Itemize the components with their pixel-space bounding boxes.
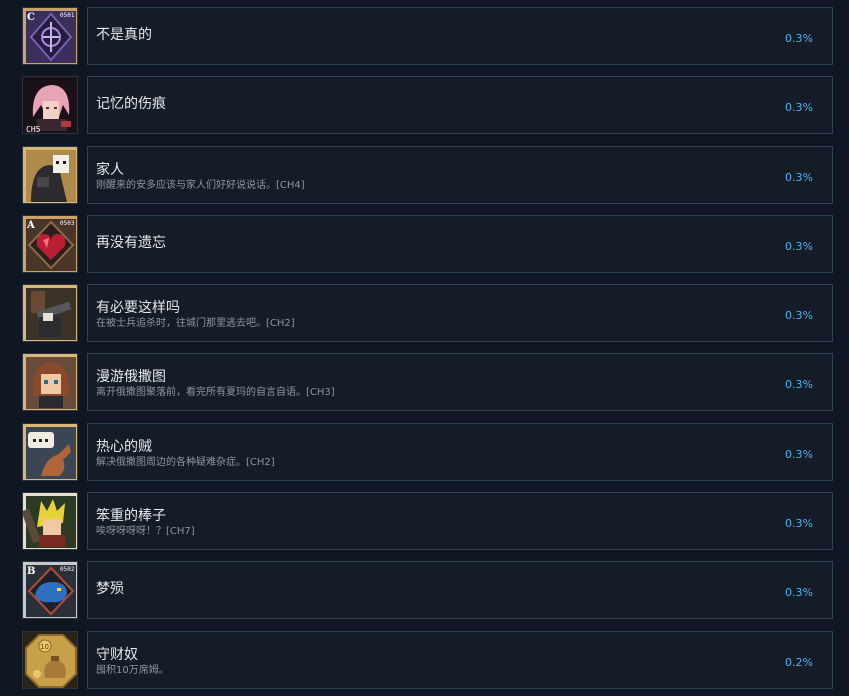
achievement-panel[interactable]: 热心的贼 解决俄撒图周边的各种疑难杂症。[CH2] 0.3%	[87, 423, 833, 481]
chapter-tag: CH5	[26, 125, 41, 134]
achievement-panel[interactable]: 家人 刚醒来的安多应该与家人们好好说说话。[CH4] 0.3%	[87, 146, 833, 204]
red-heart-crystal-icon: A 0503	[22, 215, 78, 273]
achievement-row[interactable]: C 0501 不是真的 0.3%	[0, 7, 849, 67]
brown-hair-girl-icon	[22, 353, 78, 411]
unlock-percent: 0.3%	[785, 309, 813, 322]
badge-code: 0502	[60, 566, 75, 573]
badge-letter: C	[27, 12, 35, 23]
blonde-warrior-icon	[22, 492, 78, 550]
badge-code: 0501	[60, 12, 75, 19]
achievement-title: 梦殒	[96, 581, 124, 597]
cannon-figure-icon	[22, 284, 78, 342]
achievement-title: 漫游俄撒图	[96, 369, 166, 385]
achievement-panel[interactable]: 守财奴 囤积10万席姆。 0.2%	[87, 631, 833, 689]
achievement-row[interactable]: A 0503 再没有遗忘 0.3%	[0, 215, 849, 275]
unlock-percent: 0.3%	[785, 586, 813, 599]
unlock-percent: 0.3%	[785, 32, 813, 45]
achievement-row[interactable]: 10 守财奴 囤积10万席姆。 0.2%	[0, 631, 849, 691]
unlock-percent: 0.3%	[785, 517, 813, 530]
achievement-description: 解决俄撒图周边的各种疑难杂症。[CH2]	[96, 457, 275, 468]
unlock-percent: 0.3%	[785, 171, 813, 184]
achievement-panel[interactable]: 有必要这样吗 在被士兵追杀时，往城门那里逃去吧。[CH2] 0.3%	[87, 284, 833, 342]
achievement-description: 离开俄撒图聚落前，看完所有夏玛的自言自语。[CH3]	[96, 387, 335, 398]
achievement-row[interactable]: 笨重的棒子 唉呀呀呀呀！？[CH7] 0.3%	[0, 492, 849, 552]
achievement-panel[interactable]: 笨重的棒子 唉呀呀呀呀！？[CH7] 0.3%	[87, 492, 833, 550]
achievement-title: 再没有遗忘	[96, 235, 166, 251]
achievement-panel[interactable]: 记忆的伤痕 0.3%	[87, 76, 833, 134]
achievement-row[interactable]: 家人 刚醒来的安多应该与家人们好好说说话。[CH4] 0.3%	[0, 146, 849, 206]
gold-coin-bag-icon: 10	[22, 631, 78, 689]
achievement-description: 在被士兵追杀时，往城门那里逃去吧。[CH2]	[96, 318, 295, 329]
coin-value: 10	[40, 643, 49, 651]
badge-letter: B	[27, 566, 35, 577]
badge-code: 0503	[60, 220, 75, 227]
achievement-panel[interactable]: 再没有遗忘 0.3%	[87, 215, 833, 273]
speech-bubble-lizard-icon	[22, 423, 78, 481]
achievement-row[interactable]: 有必要这样吗 在被士兵追杀时，往城门那里逃去吧。[CH2] 0.3%	[0, 284, 849, 344]
achievement-title: 热心的贼	[96, 439, 152, 455]
achievement-title: 不是真的	[96, 27, 152, 43]
purple-crest-icon: C 0501	[22, 7, 78, 65]
achievement-title: 笨重的棒子	[96, 508, 166, 524]
unlock-percent: 0.2%	[785, 656, 813, 669]
badge-letter: A	[26, 220, 35, 231]
achievement-list: C 0501 不是真的 0.3% CH5 记忆的伤痕 0.3% 家人 刚醒来的安…	[0, 0, 849, 696]
unlock-percent: 0.3%	[785, 101, 813, 114]
achievement-panel[interactable]: 不是真的 0.3%	[87, 7, 833, 65]
achievement-title: 家人	[96, 162, 124, 178]
achievement-title: 有必要这样吗	[96, 300, 180, 316]
blue-beast-crest-icon: B 0502	[22, 561, 78, 619]
pink-hair-portrait-icon: CH5	[22, 76, 78, 134]
unlock-percent: 0.3%	[785, 448, 813, 461]
unlock-percent: 0.3%	[785, 378, 813, 391]
achievement-panel[interactable]: 梦殒 0.3%	[87, 561, 833, 619]
achievement-row[interactable]: CH5 记忆的伤痕 0.3%	[0, 76, 849, 136]
achievement-panel[interactable]: 漫游俄撒图 离开俄撒图聚落前，看完所有夏玛的自言自语。[CH3] 0.3%	[87, 353, 833, 411]
achievement-description: 刚醒来的安多应该与家人们好好说说话。[CH4]	[96, 180, 305, 191]
achievement-row[interactable]: B 0502 梦殒 0.3%	[0, 561, 849, 621]
hooded-skull-icon	[22, 146, 78, 204]
unlock-percent: 0.3%	[785, 240, 813, 253]
achievement-title: 记忆的伤痕	[96, 96, 166, 112]
achievement-row[interactable]: 漫游俄撒图 离开俄撒图聚落前，看完所有夏玛的自言自语。[CH3] 0.3%	[0, 353, 849, 413]
achievement-title: 守财奴	[96, 647, 138, 663]
achievement-row[interactable]: 热心的贼 解决俄撒图周边的各种疑难杂症。[CH2] 0.3%	[0, 423, 849, 483]
achievement-description: 囤积10万席姆。	[96, 665, 169, 676]
achievement-description: 唉呀呀呀呀！？[CH7]	[96, 526, 195, 537]
